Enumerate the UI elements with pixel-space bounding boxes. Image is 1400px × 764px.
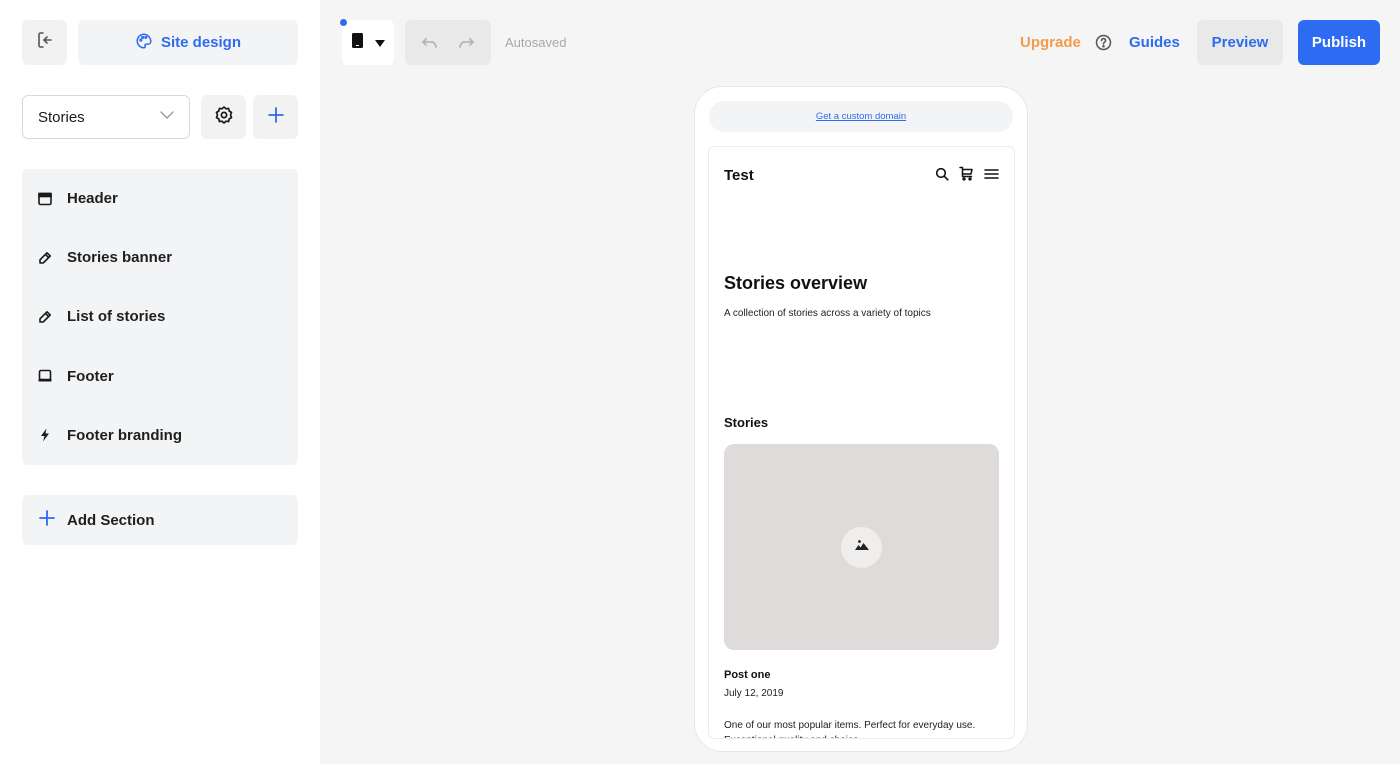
exit-icon bbox=[35, 30, 55, 55]
section-item-label: Footer branding bbox=[67, 426, 182, 444]
publish-button[interactable]: Publish bbox=[1298, 20, 1380, 65]
page-select[interactable]: Stories bbox=[22, 95, 190, 139]
page-settings-button[interactable] bbox=[201, 95, 246, 139]
site-title[interactable]: Test bbox=[724, 167, 754, 184]
cart-icon[interactable] bbox=[959, 166, 974, 181]
section-item-label: Footer bbox=[67, 367, 114, 385]
help-icon[interactable] bbox=[1095, 34, 1112, 56]
section-item-footer[interactable]: Footer bbox=[22, 347, 298, 406]
mobile-preview-frame: Get a custom domain Test Stories overvie… bbox=[694, 86, 1028, 752]
section-item-header[interactable]: Header bbox=[22, 169, 298, 228]
post-title[interactable]: Post one bbox=[724, 669, 770, 681]
site-design-label: Site design bbox=[160, 34, 242, 51]
search-icon[interactable] bbox=[935, 167, 949, 181]
history-controls bbox=[405, 20, 491, 65]
section-item-stories-banner[interactable]: Stories banner bbox=[22, 228, 298, 287]
plus-icon bbox=[267, 106, 284, 128]
pencil-icon bbox=[37, 250, 53, 266]
post-description: One of our most popular items. Perfect f… bbox=[724, 720, 976, 738]
sidebar: Site design Stories Header Stories banne… bbox=[0, 0, 320, 764]
section-item-footer-branding[interactable]: Footer branding bbox=[22, 406, 298, 465]
mobile-device-icon bbox=[351, 32, 363, 53]
section-item-list-of-stories[interactable]: List of stories bbox=[22, 287, 298, 346]
sections-list: Header Stories banner List of stories Fo… bbox=[22, 169, 298, 465]
guides-link[interactable]: Guides bbox=[1129, 34, 1180, 51]
custom-domain-link[interactable]: Get a custom domain bbox=[816, 111, 906, 122]
section-item-label: Header bbox=[67, 190, 118, 208]
post-date: July 12, 2019 bbox=[724, 688, 784, 699]
upgrade-link[interactable]: Upgrade bbox=[1020, 34, 1081, 51]
image-mountain-icon bbox=[854, 538, 869, 556]
header-layout-icon bbox=[37, 191, 53, 207]
banner-title: Stories overview bbox=[724, 273, 868, 293]
section-item-label: List of stories bbox=[67, 308, 166, 326]
caret-down-icon bbox=[374, 34, 385, 52]
redo-icon[interactable] bbox=[458, 37, 475, 49]
plus-icon bbox=[39, 510, 55, 530]
add-section-label: Add Section bbox=[67, 511, 155, 529]
footer-layout-icon bbox=[37, 368, 53, 384]
preview-button[interactable]: Preview bbox=[1197, 20, 1283, 65]
menu-icon[interactable] bbox=[984, 168, 999, 180]
exit-editor-button[interactable] bbox=[22, 20, 67, 65]
site-design-button[interactable]: Site design bbox=[78, 20, 298, 65]
gear-icon bbox=[214, 105, 234, 130]
lightning-icon bbox=[37, 427, 53, 443]
stories-heading: Stories bbox=[724, 415, 769, 430]
autosave-status: Autosaved bbox=[505, 35, 567, 50]
section-item-label: Stories banner bbox=[67, 249, 173, 267]
palette-icon bbox=[135, 32, 153, 54]
chevron-down-icon bbox=[159, 107, 175, 127]
notification-dot bbox=[340, 19, 347, 26]
banner-subtitle: A collection of stories across a variety… bbox=[724, 308, 931, 319]
add-page-button[interactable] bbox=[253, 95, 298, 139]
site-preview: Test Stories overview A collection of st… bbox=[708, 146, 1015, 739]
page-select-value: Stories bbox=[38, 108, 85, 126]
add-section-button[interactable]: Add Section bbox=[22, 495, 298, 545]
story-image-placeholder[interactable] bbox=[724, 444, 999, 650]
device-toggle-button[interactable] bbox=[342, 20, 394, 65]
site-nav-icons bbox=[935, 166, 999, 181]
pencil-icon bbox=[37, 309, 53, 325]
undo-icon[interactable] bbox=[421, 37, 438, 49]
custom-domain-banner: Get a custom domain bbox=[709, 101, 1013, 132]
image-placeholder-badge bbox=[841, 526, 882, 568]
